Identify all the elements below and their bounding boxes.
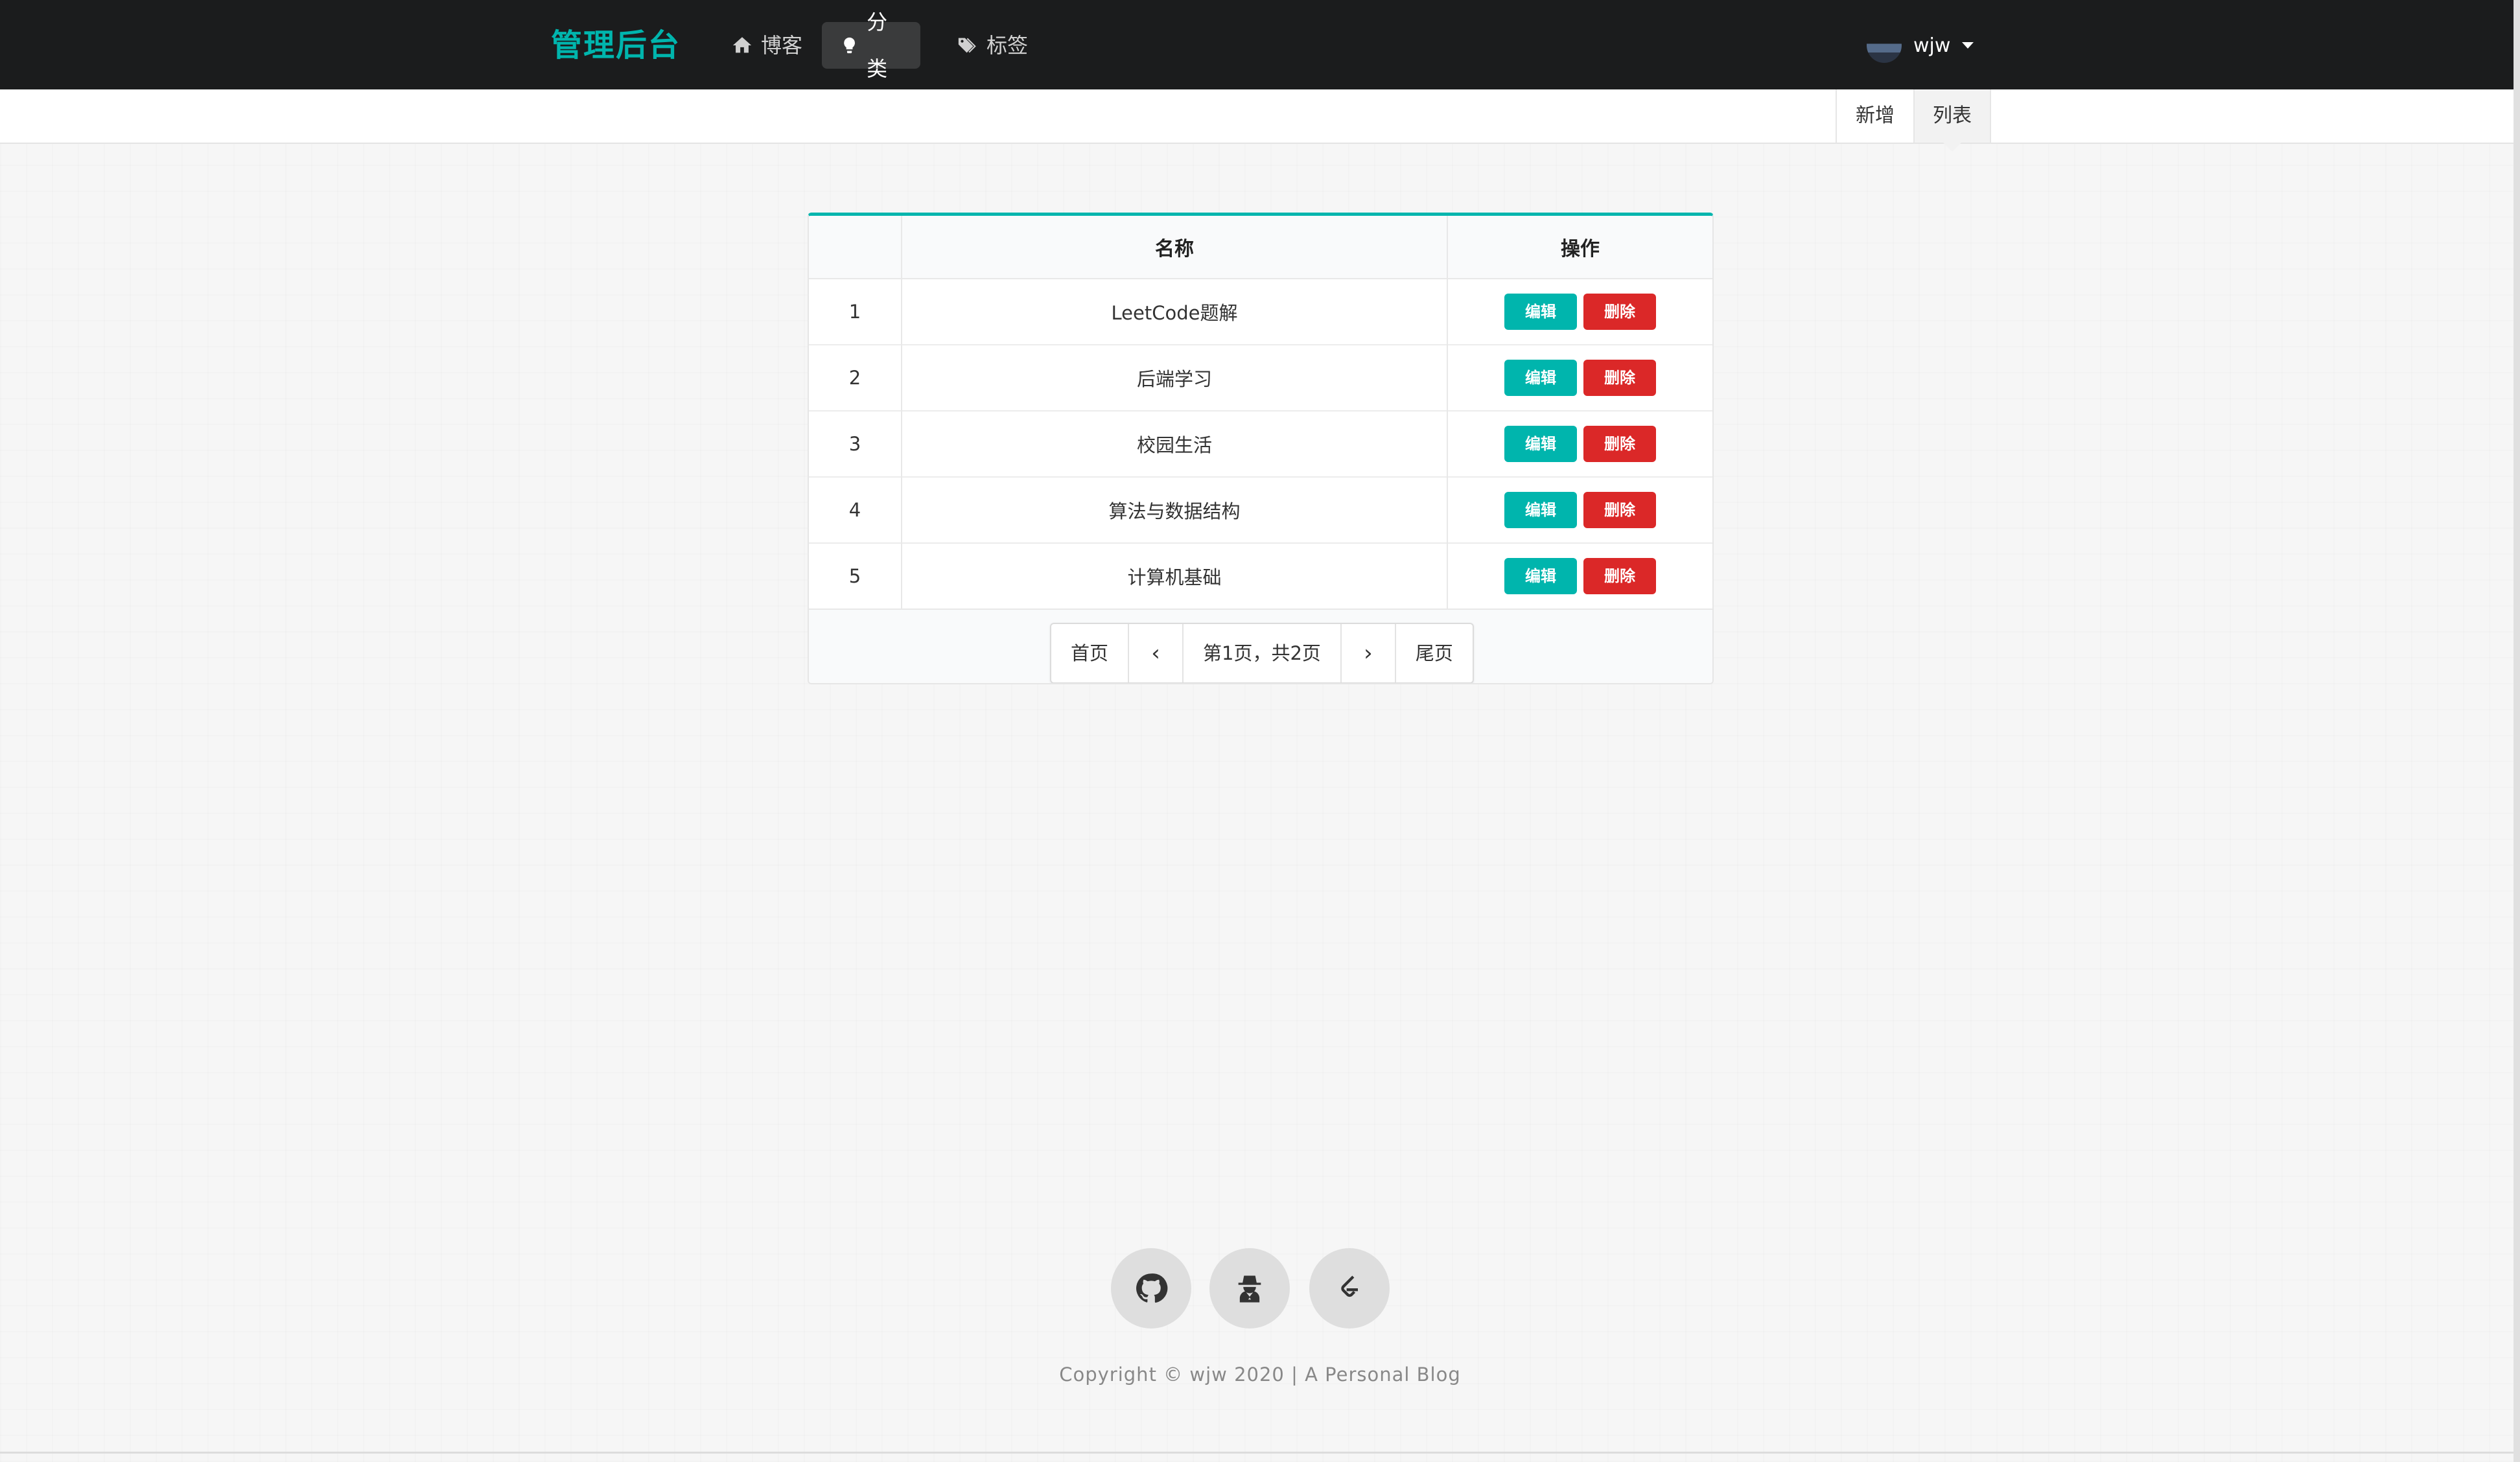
header-index [809, 216, 902, 279]
table-row: 1 LeetCode题解 编辑 删除 [809, 278, 1712, 345]
submenu-list[interactable]: 列表 [1913, 89, 1991, 152]
row-index: 2 [809, 344, 902, 411]
edit-button[interactable]: 编辑 [1504, 294, 1577, 330]
copyright-text: Copyright © wjw 2020 | A Personal Blog [1059, 1363, 1461, 1386]
edit-button[interactable]: 编辑 [1504, 360, 1577, 396]
table-row: 2 后端学习 编辑 删除 [809, 344, 1712, 411]
agent-button[interactable] [1209, 1248, 1290, 1329]
row-actions: 编辑 删除 [1447, 344, 1712, 411]
row-actions: 编辑 删除 [1447, 278, 1712, 345]
edit-button[interactable]: 编辑 [1504, 492, 1577, 528]
table-row: 4 算法与数据结构 编辑 删除 [809, 476, 1712, 543]
nav-item-tag[interactable]: 标签 [939, 22, 1046, 69]
avatar [1867, 28, 1902, 63]
user-menu[interactable]: wjw [1867, 26, 1974, 65]
header-actions: 操作 [1447, 216, 1712, 279]
nav-item-blog-label: 博客 [761, 33, 803, 58]
edit-button[interactable]: 编辑 [1504, 558, 1577, 594]
github-icon [1136, 1273, 1168, 1303]
table-row: 5 计算机基础 编辑 删除 [809, 542, 1712, 609]
row-actions: 编辑 删除 [1447, 476, 1712, 543]
leetcode-icon [1341, 1275, 1358, 1297]
tags-icon [958, 38, 976, 53]
pagination-last[interactable]: 尾页 [1394, 624, 1473, 682]
pagination-status: 第1页，共2页 [1182, 624, 1340, 682]
category-table-card: 名称 操作 1 LeetCode题解 编辑删除 2 后端学习 编辑删除 3 [808, 213, 1714, 684]
submenu-new[interactable]: 新增 [1836, 89, 1913, 143]
user-name: wjw [1913, 34, 1951, 57]
delete-button[interactable]: 删除 [1583, 426, 1656, 462]
row-index: 5 [809, 542, 902, 609]
row-index: 4 [809, 476, 902, 543]
pagination-first[interactable]: 首页 [1051, 624, 1128, 682]
table-row: 3 校园生活 编辑 删除 [809, 410, 1712, 477]
edit-button[interactable]: 编辑 [1504, 426, 1577, 462]
row-actions: 编辑 删除 [1447, 542, 1712, 609]
page-bottom-divider [0, 1452, 2520, 1454]
nav-item-blog[interactable]: 博客 [713, 22, 821, 69]
chevron-right-icon[interactable]: › [1340, 624, 1395, 682]
lightbulb-icon [844, 37, 855, 54]
chevron-left-icon[interactable]: ‹ [1128, 624, 1182, 682]
leetcode-button[interactable] [1309, 1248, 1390, 1329]
delete-button[interactable]: 删除 [1583, 492, 1656, 528]
scrollbar-track[interactable] [2514, 0, 2520, 1462]
row-name: LeetCode题解 [901, 278, 1447, 345]
sub-menu: 新增 列表 [0, 89, 2520, 152]
row-index: 3 [809, 410, 902, 477]
github-button[interactable] [1111, 1248, 1191, 1329]
row-name: 校园生活 [901, 410, 1447, 477]
row-index: 1 [809, 278, 902, 345]
header-name: 名称 [901, 216, 1447, 279]
nav-item-category[interactable]: 分类 [822, 10, 920, 81]
brand-title[interactable]: 管理后台 [551, 25, 681, 66]
row-name: 后端学习 [901, 344, 1447, 411]
nav-item-tag-label: 标签 [986, 33, 1029, 58]
pagination: 首页 ‹ 第1页，共2页 › 尾页 [1050, 623, 1474, 683]
category-table: 名称 操作 1 LeetCode题解 编辑删除 2 后端学习 编辑删除 3 [809, 216, 1712, 609]
top-navbar: 管理后台 博客 分类 标签 wjw [0, 0, 2520, 89]
delete-button[interactable]: 删除 [1583, 360, 1656, 396]
row-name: 计算机基础 [901, 542, 1447, 609]
delete-button[interactable]: 删除 [1583, 558, 1656, 594]
delete-button[interactable]: 删除 [1583, 294, 1656, 330]
table-footer: 首页 ‹ 第1页，共2页 › 尾页 [809, 609, 1712, 683]
nav-item-category-label: 分类 [867, 10, 888, 81]
row-actions: 编辑 删除 [1447, 410, 1712, 477]
user-secret-icon [1238, 1275, 1261, 1303]
caret-down-icon [1962, 42, 1974, 49]
row-name: 算法与数据结构 [901, 476, 1447, 543]
home-icon [732, 37, 752, 53]
table-header-row: 名称 操作 [809, 216, 1712, 279]
